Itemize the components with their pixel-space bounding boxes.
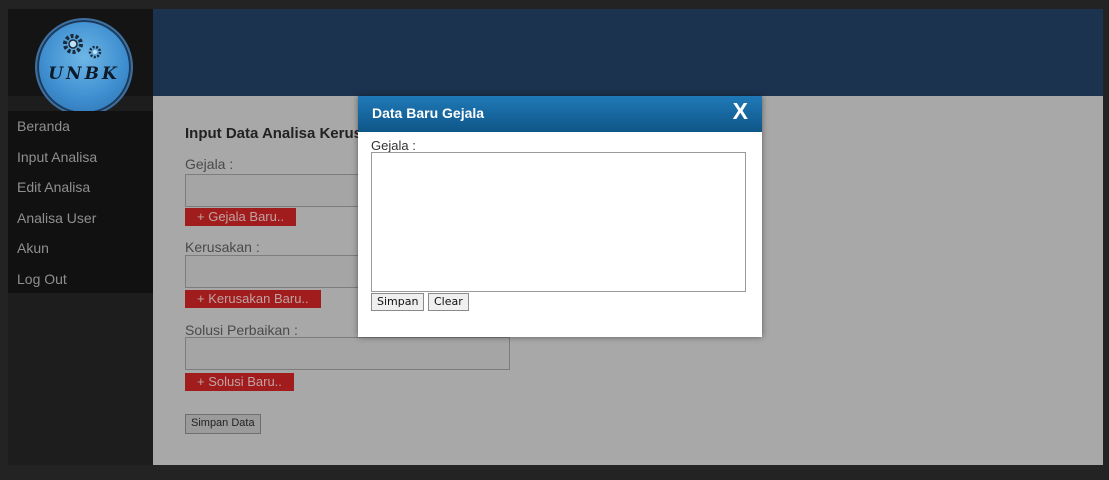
sidebar-item-akun[interactable]: Akun <box>8 233 153 264</box>
solusi-field[interactable] <box>185 337 510 370</box>
top-header <box>153 9 1103 96</box>
kerusakan-label: Kerusakan : <box>185 239 260 255</box>
modal-gejala-label: Gejala : <box>371 138 416 153</box>
gejala-label: Gejala : <box>185 156 234 172</box>
sidebar-item-analisa-user[interactable]: Analisa User <box>8 203 153 234</box>
simpan-button[interactable]: Simpan <box>371 293 425 311</box>
modal-title: Data Baru Gejala <box>372 105 485 121</box>
clear-button[interactable]: Clear <box>428 293 469 311</box>
add-gejala-button[interactable]: + Gejala Baru.. <box>185 208 297 226</box>
sidebar-item-input-analisa[interactable]: Input Analisa <box>8 142 153 173</box>
new-gejala-modal: Data Baru Gejala X Gejala : Simpan Clear <box>358 96 762 337</box>
close-icon[interactable]: X <box>733 98 748 125</box>
gejala-textarea[interactable] <box>371 152 746 292</box>
add-solusi-button[interactable]: + Solusi Baru.. <box>185 373 294 391</box>
small-gear-icon <box>88 45 102 59</box>
gear-icon <box>63 34 83 54</box>
save-data-button[interactable]: Simpan Data <box>185 414 261 434</box>
sidebar-item-beranda[interactable]: Beranda <box>8 111 153 142</box>
sidebar-menu: Beranda Input Analisa Edit Analisa Anali… <box>8 111 153 293</box>
logo-area: UNBK <box>8 9 153 116</box>
add-kerusakan-button[interactable]: + Kerusakan Baru.. <box>185 290 321 308</box>
logo-text: UNBK <box>48 64 120 84</box>
solusi-label: Solusi Perbaikan : <box>185 322 298 338</box>
modal-header: Data Baru Gejala X <box>358 96 762 132</box>
sidebar-item-log-out[interactable]: Log Out <box>8 264 153 295</box>
unbk-logo: UNBK <box>35 18 133 116</box>
sidebar-item-edit-analisa[interactable]: Edit Analisa <box>8 172 153 203</box>
